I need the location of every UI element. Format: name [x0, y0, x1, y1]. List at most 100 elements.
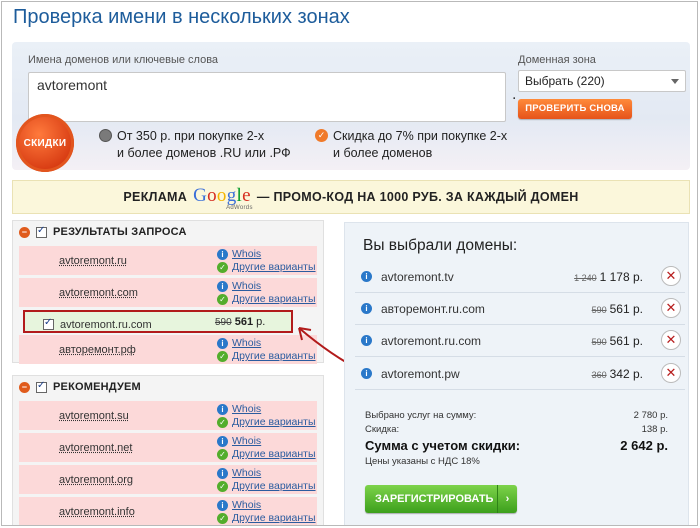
- whois-link[interactable]: Whois: [232, 467, 261, 479]
- other-variants-link[interactable]: Другие варианты: [232, 261, 316, 273]
- discount-label: Скидка:: [365, 424, 400, 435]
- recommend-header[interactable]: − РЕКОМЕНДУЕМ: [13, 376, 323, 398]
- domain-name[interactable]: avtoremont.org: [59, 474, 133, 486]
- recommend-row: avtoremont.org i Whois ✓ Другие варианты: [19, 465, 317, 494]
- register-button[interactable]: ЗАРЕГИСТРИРОВАТЬ ›: [365, 485, 517, 513]
- price-old: 590: [215, 317, 232, 328]
- offer-line1: От 350 р. при покупке 2-х: [117, 129, 265, 143]
- whois-link[interactable]: Whois: [232, 337, 261, 349]
- domain-name[interactable]: avtoremont.com: [59, 287, 138, 299]
- other-variants-link[interactable]: Другие варианты: [232, 293, 316, 305]
- check-again-button[interactable]: ПРОВЕРИТЬ СНОВА: [518, 99, 632, 119]
- domain-links: i Whois ✓ Другие варианты: [217, 467, 316, 493]
- domain-name[interactable]: авторемонт.рф: [59, 344, 136, 356]
- cart-title: Вы выбрали домены:: [363, 237, 518, 254]
- offer-line2: и более доменов: [333, 146, 433, 160]
- collapse-icon[interactable]: −: [19, 226, 30, 238]
- radio-icon: [99, 129, 112, 142]
- cart-item-price: 590 561 р.: [592, 302, 643, 316]
- subtotal-label: Выбрано услуг на сумму:: [365, 410, 477, 421]
- offer-7-percent[interactable]: ✓ Скидка до 7% при покупке 2-х и более д…: [315, 128, 507, 162]
- results-title: РЕЗУЛЬТАТЫ ЗАПРОСА: [53, 226, 187, 238]
- zone-label: Доменная зона: [518, 54, 596, 66]
- whois-link[interactable]: Whois: [232, 403, 261, 415]
- cart-item-old-price: 1 240: [574, 273, 597, 283]
- domain-name[interactable]: avtoremont.su: [59, 410, 129, 422]
- recommend-title: РЕКОМЕНДУЕМ: [53, 381, 141, 393]
- select-all-checkbox[interactable]: [36, 380, 47, 393]
- zone-select[interactable]: Выбрать (220): [518, 70, 686, 92]
- domain-name[interactable]: avtoremont.net: [59, 442, 132, 454]
- other-variants-link[interactable]: Другие варианты: [232, 448, 316, 460]
- info-icon: i: [217, 249, 228, 260]
- remove-button[interactable]: ✕: [661, 363, 681, 383]
- info-icon: i: [217, 500, 228, 511]
- results-header[interactable]: − РЕЗУЛЬТАТЫ ЗАПРОСА: [13, 221, 323, 243]
- other-variants-link[interactable]: Другие варианты: [232, 512, 316, 524]
- domain-links: i Whois ✓ Другие варианты: [217, 403, 316, 429]
- whois-link[interactable]: Whois: [232, 280, 261, 292]
- domain-price: 590 561 р.: [215, 316, 265, 328]
- recommend-row: avtoremont.net i Whois ✓ Другие варианты: [19, 433, 317, 462]
- check-circle-icon: ✓: [217, 351, 228, 362]
- offer-ru-rf[interactable]: От 350 р. при покупке 2-х и более домено…: [99, 128, 291, 162]
- domain-links: i Whois ✓ Другие варианты: [217, 280, 316, 306]
- google-logo: Google AdWords: [193, 185, 253, 211]
- remove-button[interactable]: ✕: [661, 330, 681, 350]
- other-variants-link[interactable]: Другие варианты: [232, 416, 316, 428]
- result-row: avtoremont.ru i Whois ✓ Другие варианты: [19, 246, 317, 275]
- collapse-icon[interactable]: −: [19, 381, 30, 393]
- whois-link[interactable]: Whois: [232, 435, 261, 447]
- google-logo-sub: AdWords: [226, 205, 253, 211]
- query-input[interactable]: avtoremont: [28, 72, 506, 122]
- select-all-checkbox[interactable]: [36, 225, 47, 238]
- other-variants-link[interactable]: Другие варианты: [232, 480, 316, 492]
- cart-item-name: avtoremont.pw: [381, 367, 460, 381]
- domain-checkbox[interactable]: [43, 317, 54, 330]
- cart-item-new-price: 342 р.: [609, 367, 643, 381]
- info-icon: i: [217, 468, 228, 479]
- check-icon: ✓: [315, 129, 328, 142]
- info-icon: i: [217, 436, 228, 447]
- domain-links: i Whois ✓ Другие варианты: [217, 435, 316, 461]
- domain-name: avtoremont.ru.com: [60, 319, 152, 331]
- page-title: Проверка имени в нескольких зонах: [13, 6, 350, 28]
- offer-line2: и более доменов .RU или .РФ: [117, 146, 291, 160]
- check-circle-icon: ✓: [217, 481, 228, 492]
- cart-item-price: 360 342 р.: [592, 367, 643, 381]
- info-icon: i: [217, 281, 228, 292]
- whois-link[interactable]: Whois: [232, 499, 261, 511]
- currency: р.: [256, 316, 266, 328]
- subtotal-value: 2 780 р.: [633, 410, 668, 421]
- domain-name[interactable]: avtoremont.info: [59, 506, 135, 518]
- cart-item-name: avtoremont.tv: [381, 270, 454, 284]
- ad-prefix: РЕКЛАМА: [123, 190, 188, 204]
- remove-button[interactable]: ✕: [661, 298, 681, 318]
- chevron-down-icon: [671, 79, 679, 84]
- ad-banner[interactable]: РЕКЛАМА Google AdWords — ПРОМО-КОД НА 10…: [12, 180, 690, 214]
- globe-icon: i: [361, 271, 372, 282]
- ad-text: — ПРОМО-КОД НА 1000 РУБ. ЗА КАЖДЫЙ ДОМЕН: [256, 190, 579, 204]
- search-panel: Имена доменов или ключевые слова avtorem…: [11, 42, 690, 177]
- cart-item-new-price: 1 178 р.: [599, 270, 643, 284]
- remove-button[interactable]: ✕: [661, 266, 681, 286]
- recommend-panel: − РЕКОМЕНДУЕМ avtoremont.su i Whois ✓ Друг…: [12, 375, 324, 525]
- domain-name[interactable]: avtoremont.ru: [59, 255, 127, 267]
- dot-separator: .: [512, 86, 517, 103]
- page-frame: Проверка имени в нескольких зонах Имена …: [1, 1, 698, 526]
- domain-links: i Whois ✓ Другие варианты: [217, 499, 316, 525]
- cart-item-new-price: 561 р.: [609, 334, 643, 348]
- total-value: 2 642 р.: [620, 438, 668, 453]
- discount-value: 138 р.: [641, 424, 668, 435]
- query-label: Имена доменов или ключевые слова: [28, 54, 219, 66]
- discount-badge: СКИДКИ: [11, 109, 79, 177]
- result-row: авторемонт.рф i Whois ✓ Другие варианты: [19, 335, 317, 364]
- price-new: 561: [234, 316, 254, 328]
- globe-icon: i: [361, 303, 372, 314]
- cart-item: i avtoremont.tv 1 240 1 178 р. ✕: [355, 262, 685, 293]
- cart-item-old-price: 590: [591, 305, 607, 315]
- whois-link[interactable]: Whois: [232, 248, 261, 260]
- info-icon: i: [217, 338, 228, 349]
- register-button-label: ЗАРЕГИСТРИРОВАТЬ: [375, 493, 494, 505]
- check-circle-icon: ✓: [217, 449, 228, 460]
